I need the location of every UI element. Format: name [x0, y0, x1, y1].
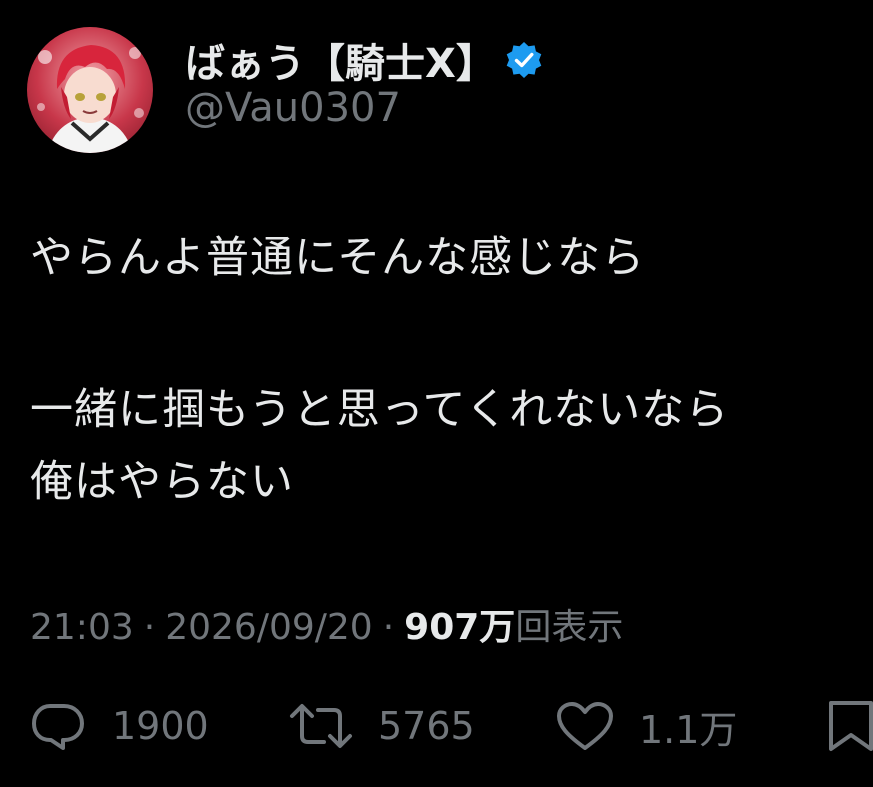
meta-separator: · — [143, 607, 156, 648]
retweet-button[interactable]: 5765 — [288, 696, 475, 756]
verified-badge-icon — [504, 40, 544, 80]
views-count[interactable]: 907万 — [404, 598, 515, 650]
tweet-line: やらんよ普通にそんな感じなら — [30, 233, 646, 283]
tweet-text: やらんよ普通にそんな感じなら 一緒に掴もうと思ってくれないなら 俺はやらない — [30, 222, 850, 518]
display-name-text: ばぁう【騎士X】 — [185, 41, 496, 87]
tweet-date[interactable]: 2026/09/20 — [165, 607, 373, 648]
meta-separator: · — [382, 607, 395, 648]
like-count: 1.1万 — [639, 707, 738, 752]
reply-count: 1900 — [112, 704, 209, 748]
like-button[interactable]: 1.1万 — [555, 696, 737, 756]
reply-icon — [32, 704, 84, 750]
tweet-line: 一緒に掴もうと思ってくれないなら — [30, 385, 730, 435]
views-label: 回表示 — [515, 607, 624, 648]
display-name[interactable]: ばぁう【騎士X】 — [185, 32, 544, 88]
user-handle[interactable]: @Vau0307 — [185, 85, 401, 131]
tweet-meta: 21:03 · 2026/09/20 · 907万 回表示 — [30, 598, 623, 650]
heart-icon — [557, 702, 613, 750]
tweet-time[interactable]: 21:03 — [30, 607, 134, 648]
action-bar: 1900 5765 1.1万 — [0, 696, 873, 756]
avatar-image — [27, 27, 153, 153]
retweet-count: 5765 — [378, 704, 475, 748]
reply-button[interactable]: 1900 — [30, 696, 209, 756]
bookmark-icon — [829, 701, 873, 751]
avatar[interactable] — [27, 27, 153, 153]
bookmark-button[interactable] — [826, 696, 873, 756]
retweet-icon — [290, 704, 352, 748]
tweet-line: 俺はやらない — [30, 457, 294, 507]
